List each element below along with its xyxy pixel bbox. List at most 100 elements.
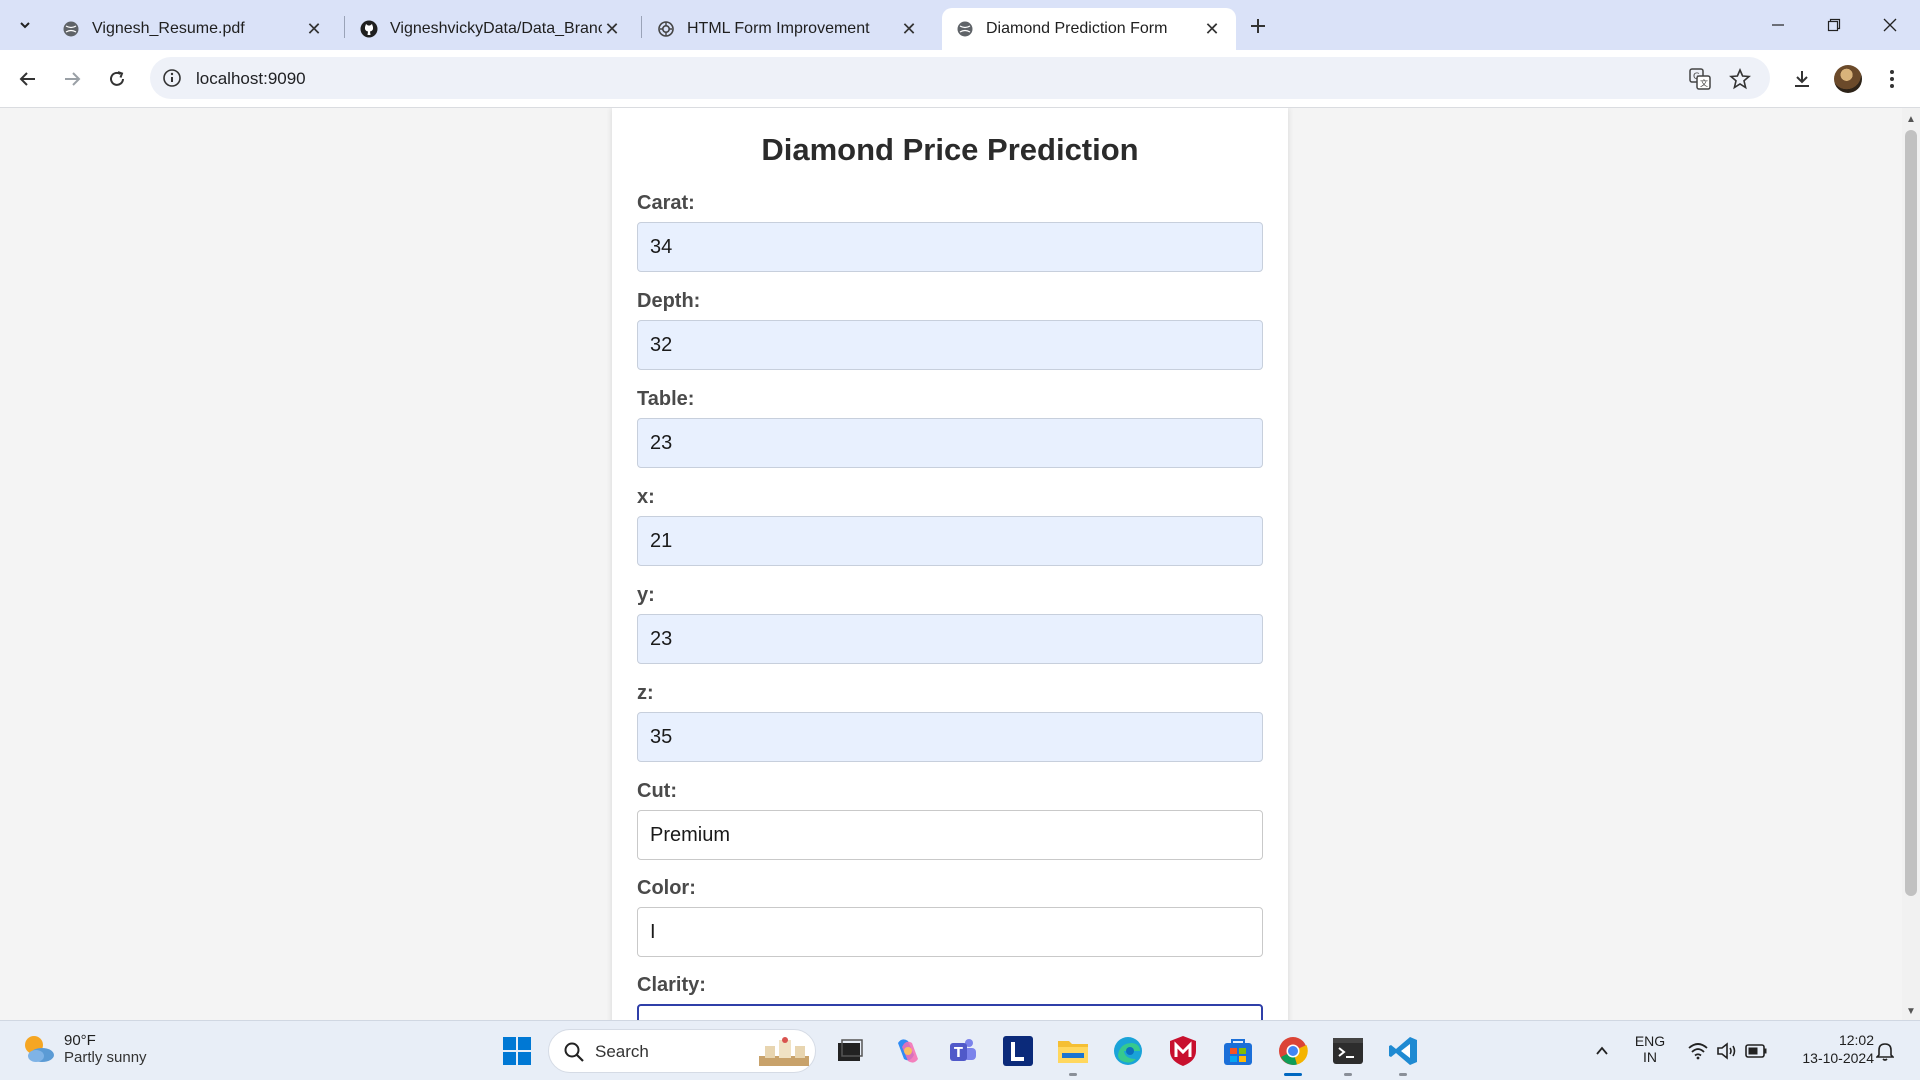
translate-icon[interactable]: G文 [1688, 67, 1712, 91]
task-view-button[interactable] [832, 1033, 868, 1069]
microsoft-store-app[interactable] [1220, 1033, 1256, 1069]
reload-button[interactable] [101, 63, 133, 95]
clock[interactable]: 12:02 13-10-2024 [1784, 1032, 1874, 1066]
tab-search-button[interactable] [10, 10, 40, 40]
scroll-down-arrow-icon[interactable]: ▼ [1902, 1002, 1920, 1020]
active-indicator [1284, 1073, 1302, 1076]
y-label: y: [637, 584, 655, 606]
close-icon[interactable]: ✕ [304, 19, 324, 39]
more-vert-icon [1890, 70, 1894, 88]
file-explorer-app[interactable] [1055, 1033, 1091, 1069]
scroll-up-arrow-icon[interactable]: ▲ [1902, 110, 1920, 128]
l-app[interactable] [1000, 1033, 1036, 1069]
close-icon [1883, 18, 1897, 32]
partly-sunny-icon [25, 1036, 54, 1062]
reload-icon [110, 71, 124, 86]
url-text[interactable]: localhost:9090 [196, 69, 306, 89]
windows-taskbar: 90°F Partly sunny Search T ENG IN 12:02 … [0, 1020, 1920, 1080]
minimize-button[interactable] [1750, 0, 1806, 50]
terminal-app[interactable] [1330, 1033, 1366, 1069]
globe-icon [62, 20, 80, 38]
tab-divider [344, 16, 345, 38]
terminal-icon [1333, 1038, 1363, 1064]
address-bar[interactable]: localhost:9090 G文 [150, 57, 1770, 99]
windows-logo-icon [503, 1037, 531, 1065]
notifications-button[interactable] [1868, 1033, 1902, 1069]
speaker-icon [1717, 1042, 1736, 1060]
close-icon[interactable]: ✕ [602, 19, 622, 39]
globe-icon [956, 20, 974, 38]
color-input[interactable]: I [637, 907, 1263, 957]
weather-description: Partly sunny [64, 1049, 147, 1066]
battery-button[interactable] [1738, 1033, 1774, 1069]
z-label: z: [637, 682, 654, 704]
weather-temperature: 90°F [64, 1032, 96, 1049]
plus-icon [1251, 19, 1265, 33]
task-view-icon [838, 1039, 863, 1061]
x-input[interactable]: 21 [637, 516, 1263, 566]
new-tab-button[interactable] [1244, 12, 1272, 40]
close-icon[interactable]: ✕ [1202, 19, 1222, 39]
clarity-label: Clarity: [637, 974, 706, 996]
clock-time: 12:02 [1838, 1032, 1874, 1048]
tab-resume[interactable]: Vignesh_Resume.pdf ✕ [48, 8, 338, 50]
close-icon[interactable]: ✕ [899, 19, 919, 39]
depth-label: Depth: [637, 290, 701, 312]
tab-title: HTML Form Improvement [687, 20, 870, 37]
tab-diamond-form[interactable]: Diamond Prediction Form ✕ [942, 8, 1236, 50]
tab-html-form[interactable]: HTML Form Improvement ✕ [643, 8, 933, 50]
carat-input[interactable]: 34 [637, 222, 1263, 272]
scrollbar-thumb[interactable] [1905, 130, 1917, 896]
language-indicator[interactable]: ENG IN [1628, 1033, 1672, 1065]
x-label: x: [637, 486, 655, 508]
edge-app[interactable] [1110, 1033, 1146, 1069]
chevron-down-icon [20, 22, 30, 29]
menu-button[interactable] [1878, 65, 1906, 93]
tab-title: Diamond Prediction Form [986, 20, 1168, 37]
downloads-button[interactable] [1788, 65, 1816, 93]
svg-text:文: 文 [1700, 78, 1708, 88]
tab-title: VigneshvickyData/Data_Branching [390, 20, 602, 37]
minimize-icon [1772, 24, 1784, 26]
vscode-app[interactable] [1385, 1033, 1421, 1069]
forward-button[interactable] [56, 63, 88, 95]
bell-icon [1876, 1043, 1894, 1061]
l-app-icon [1003, 1036, 1033, 1066]
close-window-button[interactable] [1862, 0, 1918, 50]
depth-input[interactable]: 32 [637, 320, 1263, 370]
edge-icon [1114, 1037, 1142, 1065]
tab-github[interactable]: VigneshvickyData/Data_Branching ✕ [346, 8, 636, 50]
copilot-app[interactable] [890, 1033, 926, 1069]
start-button[interactable] [499, 1033, 535, 1069]
copilot-icon [898, 1039, 918, 1063]
vscode-icon [1389, 1037, 1417, 1065]
teams-icon: T [950, 1039, 976, 1061]
taskbar-search-box[interactable]: Search [548, 1029, 816, 1073]
restore-button[interactable] [1806, 0, 1862, 50]
back-button[interactable] [12, 63, 44, 95]
carat-label: Carat: [637, 192, 695, 214]
download-icon [1795, 71, 1809, 87]
info-icon[interactable] [162, 68, 182, 88]
color-label: Color: [637, 877, 696, 899]
weather-widget[interactable]: 90°F Partly sunny [20, 1031, 147, 1067]
page-viewport: Diamond Price Prediction Carat: 34 Depth… [0, 108, 1902, 1020]
y-input[interactable]: 23 [637, 614, 1263, 664]
show-hidden-icons-button[interactable] [1584, 1033, 1620, 1069]
teams-app[interactable]: T [945, 1033, 981, 1069]
chrome-app[interactable] [1275, 1033, 1311, 1069]
restore-icon [1827, 18, 1841, 32]
running-indicator [1069, 1073, 1077, 1076]
page-scrollbar[interactable]: ▲ ▼ [1902, 108, 1920, 1020]
profile-avatar[interactable] [1834, 65, 1862, 93]
clarity-input[interactable] [637, 1004, 1263, 1020]
language-code: ENG [1634, 1033, 1666, 1049]
bookmark-star-icon[interactable] [1728, 67, 1752, 91]
region-code: IN [1643, 1049, 1657, 1065]
table-input[interactable]: 23 [637, 418, 1263, 468]
mcafee-app[interactable] [1165, 1033, 1201, 1069]
z-input[interactable]: 35 [637, 712, 1263, 762]
chrome-icon [1279, 1037, 1308, 1065]
cut-input[interactable]: Premium [637, 810, 1263, 860]
browser-toolbar: localhost:9090 G文 [0, 50, 1920, 108]
